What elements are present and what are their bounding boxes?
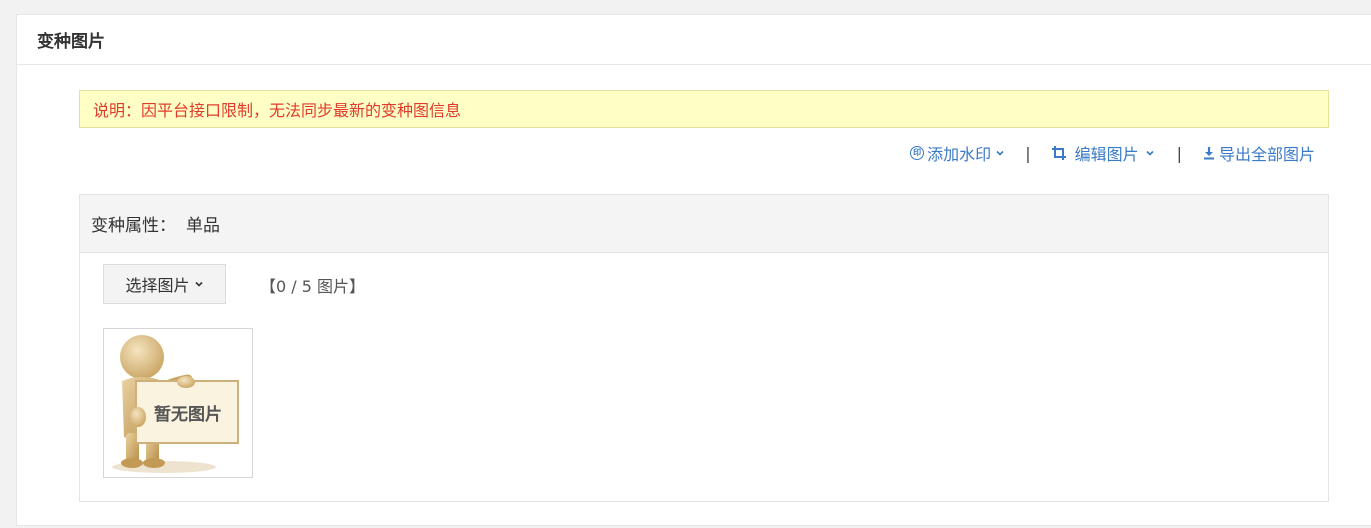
variant-attr-label: 变种属性： (91, 216, 176, 236)
export-all-images-label: 导出全部图片 (1218, 145, 1315, 164)
variant-images-panel: 变种图片 说明：因平台接口限制，无法同步最新的变种图信息 印 添加水印 | 编辑… (16, 14, 1371, 526)
panel-header: 变种图片 (17, 15, 1371, 65)
add-watermark-label: 添加水印 (927, 145, 992, 164)
select-images-button[interactable]: 选择图片 (103, 264, 226, 304)
export-all-images-button[interactable]: 导出全部图片 (1202, 141, 1315, 165)
no-image-placeholder: 暂无图片 (103, 328, 253, 478)
crop-icon (1051, 146, 1066, 160)
toolbar-separator: | (1176, 143, 1182, 163)
download-icon (1203, 147, 1214, 160)
select-images-label: 选择图片 (125, 276, 190, 295)
chevron-down-icon (996, 150, 1004, 156)
variant-header: 变种属性： 单品 (80, 195, 1328, 253)
chevron-down-icon (1146, 150, 1154, 156)
edit-image-label: 编辑图片 (1074, 145, 1139, 164)
image-count: 【0 / 5 图片】 (260, 277, 366, 296)
chevron-down-icon (194, 281, 203, 287)
no-image-illustration: 暂无图片 (112, 335, 239, 473)
add-watermark-button[interactable]: 印 添加水印 (910, 141, 1005, 165)
toolbar-separator: | (1025, 143, 1031, 163)
notice-banner: 说明：因平台接口限制，无法同步最新的变种图信息 (79, 90, 1329, 128)
watermark-icon: 印 (910, 146, 925, 160)
notice-text: 说明：因平台接口限制，无法同步最新的变种图信息 (93, 101, 462, 120)
variant-section: 变种属性： 单品 选择图片 【0 / 5 图片】 暂无图片 (79, 194, 1329, 502)
panel-title: 变种图片 (37, 32, 105, 52)
image-toolbar: 印 添加水印 | 编辑图片 | 导出全部图片 (910, 141, 1315, 165)
edit-image-button[interactable]: 编辑图片 (1051, 141, 1157, 165)
variant-attr-value: 单品 (186, 216, 220, 236)
no-image-text: 暂无图片 (154, 404, 222, 425)
